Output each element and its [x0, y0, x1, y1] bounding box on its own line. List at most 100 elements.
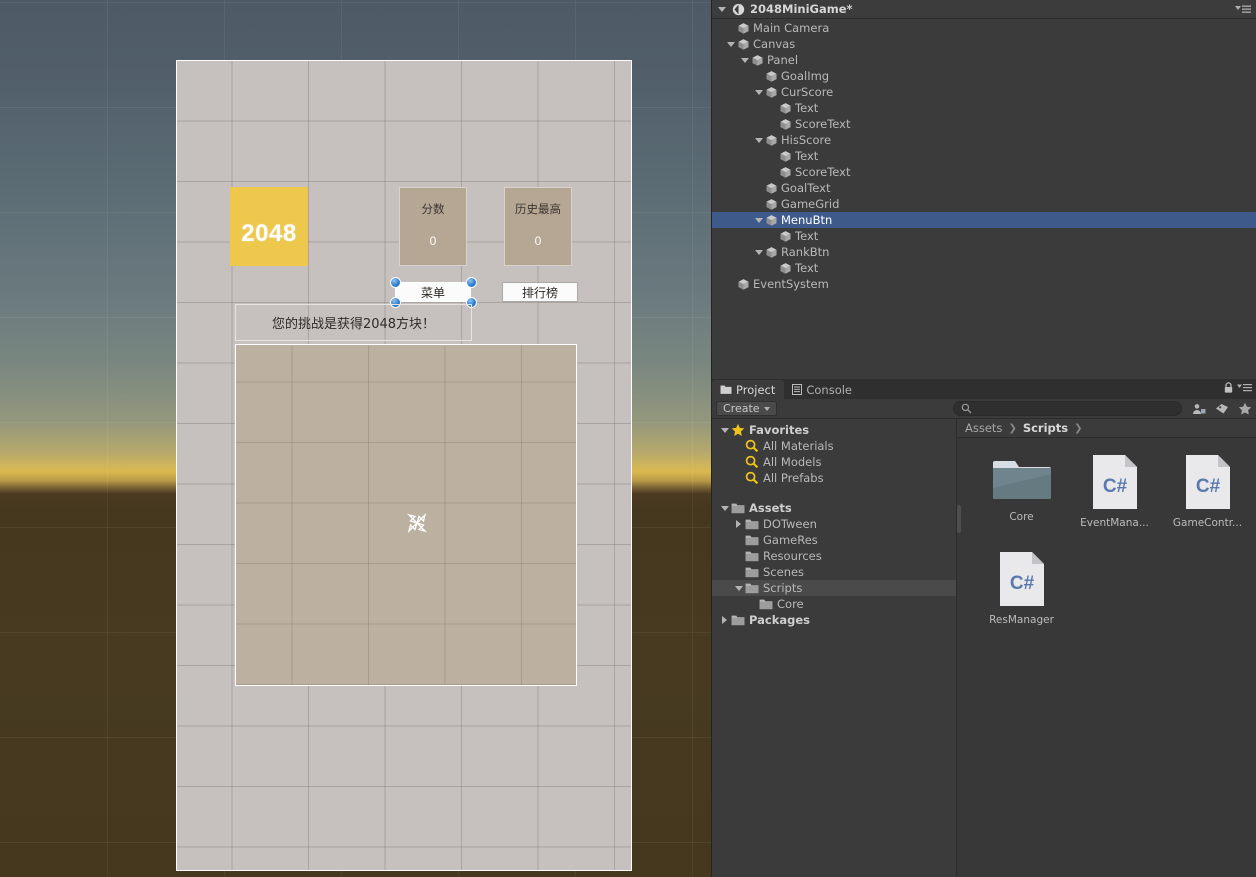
scene-title: 2048MiniGame* — [750, 2, 853, 16]
asset-item[interactable]: C# EventMana... — [1080, 454, 1149, 529]
scene-view[interactable]: 2048 分数 0 历史最高 0 菜单 排行榜 您的挑战是获得2048方块！ — [0, 0, 711, 877]
folder-icon — [745, 567, 759, 578]
current-score-box[interactable]: 分数 0 — [399, 187, 467, 266]
project-tree-row-dotween[interactable]: DOTween — [712, 516, 956, 532]
project-tree-row-gameres[interactable]: GameRes — [712, 532, 956, 548]
hierarchy-row-scoretext[interactable]: ScoreText — [712, 164, 1256, 180]
breadcrumb: Assets ❯ Scripts ❯ — [957, 419, 1256, 438]
person-filter-button[interactable] — [1190, 401, 1207, 416]
scene-expand-arrow-icon[interactable] — [718, 6, 726, 12]
resize-handle-top-right[interactable] — [465, 276, 477, 288]
star-filter-icon — [1238, 402, 1251, 415]
project-tree-row-core[interactable]: Core — [712, 596, 956, 612]
project-menu-icon[interactable] — [1237, 383, 1252, 393]
tab-project[interactable]: Project — [712, 380, 785, 399]
lock-icon[interactable] — [1223, 382, 1234, 394]
disclosure-arrow-down-icon[interactable] — [754, 217, 763, 223]
hierarchy-row-label: Main Camera — [753, 21, 830, 35]
high-score-box[interactable]: 历史最高 0 — [504, 187, 572, 266]
project-tree-row-label: Scripts — [763, 581, 803, 595]
hierarchy-row-text[interactable]: Text — [712, 100, 1256, 116]
tag-filter-icon — [1215, 403, 1228, 413]
hierarchy-row-curscore[interactable]: CurScore — [712, 84, 1256, 100]
project-tree-row-favorites[interactable]: Favorites — [712, 422, 956, 438]
asset-item[interactable]: C# GameContr... — [1172, 454, 1243, 529]
hierarchy-arrow-slot — [752, 68, 765, 84]
create-button[interactable]: Create — [716, 401, 777, 416]
disclosure-arrow-down-icon[interactable] — [720, 427, 729, 433]
game-grid-panel[interactable] — [235, 344, 577, 686]
search-icon — [745, 455, 759, 469]
tag-filter-button[interactable] — [1213, 401, 1230, 416]
tree-arrow-slot — [746, 596, 759, 612]
disclosure-arrow-down-icon[interactable] — [740, 57, 749, 63]
hierarchy-row-rankbtn[interactable]: RankBtn — [712, 244, 1256, 260]
hierarchy-row-menubtn[interactable]: MenuBtn — [712, 212, 1256, 228]
hierarchy-row-gamegrid[interactable]: GameGrid — [712, 196, 1256, 212]
hierarchy-tree[interactable]: Main Camera Canvas Panel GoalImg CurScore Tex… — [712, 20, 1256, 379]
hierarchy-arrow-slot — [752, 212, 765, 228]
person-filter-icon — [1192, 403, 1205, 414]
asset-item[interactable]: Core — [989, 454, 1054, 529]
tree-arrow-slot — [718, 500, 731, 516]
hierarchy-arrow-slot — [766, 148, 779, 164]
high-score-label: 历史最高 — [515, 202, 561, 216]
hierarchy-row-main-camera[interactable]: Main Camera — [712, 20, 1256, 36]
disclosure-arrow-right-icon[interactable] — [722, 616, 727, 624]
hierarchy-row-goalimg[interactable]: GoalImg — [712, 68, 1256, 84]
disclosure-arrow-down-icon[interactable] — [754, 249, 763, 255]
hierarchy-row-text[interactable]: Text — [712, 260, 1256, 276]
asset-item[interactable]: C# ResManager — [989, 551, 1054, 626]
asset-name: GameContr... — [1172, 517, 1243, 529]
hierarchy-arrow-slot — [766, 164, 779, 180]
hierarchy-row-canvas[interactable]: Canvas — [712, 36, 1256, 52]
gameobject-cube-icon — [780, 166, 791, 178]
hierarchy-row-hisscore[interactable]: HisScore — [712, 132, 1256, 148]
hierarchy-row-scoretext[interactable]: ScoreText — [712, 116, 1256, 132]
hierarchy-row-goaltext[interactable]: GoalText — [712, 180, 1256, 196]
asset-search-field[interactable] — [952, 401, 1182, 416]
search-input[interactable] — [975, 402, 1174, 415]
project-tree-row-all-materials[interactable]: All Materials — [712, 438, 956, 454]
project-tree-row-resources[interactable]: Resources — [712, 548, 956, 564]
project-toolbar: Create — [712, 399, 1256, 419]
hierarchy-arrow-slot — [766, 228, 779, 244]
asset-grid[interactable]: Core C# EventMana... C# GameContr... C# ResMan… — [957, 438, 1256, 626]
hierarchy-row-eventsystem[interactable]: EventSystem — [712, 276, 1256, 292]
goal-image-tile[interactable]: 2048 — [230, 187, 308, 266]
breadcrumb-item[interactable]: Assets — [965, 421, 1002, 435]
goal-text-box[interactable]: 您的挑战是获得2048方块！ — [235, 304, 472, 341]
project-tree-row-scenes[interactable]: Scenes — [712, 564, 956, 580]
project-content-area[interactable]: Assets ❯ Scripts ❯ Core C# EventMana... C# Game… — [957, 419, 1256, 877]
hierarchy-row-panel[interactable]: Panel — [712, 52, 1256, 68]
hierarchy-row-label: GoalImg — [781, 69, 830, 83]
ui-canvas-rect[interactable]: 2048 分数 0 历史最高 0 菜单 排行榜 您的挑战是获得2048方块！ — [176, 60, 632, 871]
breadcrumb-item[interactable]: Scripts — [1023, 421, 1068, 435]
hierarchy-row-label: CurScore — [781, 85, 834, 99]
project-tree-row-all-models[interactable]: All Models — [712, 454, 956, 470]
disclosure-arrow-right-icon[interactable] — [736, 520, 741, 528]
disclosure-arrow-down-icon[interactable] — [754, 137, 763, 143]
hierarchy-row-text[interactable]: Text — [712, 148, 1256, 164]
project-tree-row-all-prefabs[interactable]: All Prefabs — [712, 470, 956, 486]
disclosure-arrow-down-icon[interactable] — [754, 89, 763, 95]
project-tree-row-packages[interactable]: Packages — [712, 612, 956, 628]
hierarchy-arrow-slot — [766, 116, 779, 132]
gameobject-cube-icon — [780, 102, 791, 114]
project-tree-row-label: Favorites — [749, 423, 810, 437]
resize-handle-top-left[interactable] — [389, 276, 401, 288]
project-folder-tree[interactable]: Favorites All Materials All Models All Pref… — [712, 419, 957, 877]
disclosure-arrow-down-icon[interactable] — [726, 41, 735, 47]
tab-console[interactable]: Console — [784, 380, 861, 399]
content-scrollbar[interactable] — [957, 505, 961, 533]
rank-button[interactable]: 排行榜 — [502, 282, 578, 302]
project-tree-row-scripts[interactable]: Scripts — [712, 580, 956, 596]
star-filter-button[interactable] — [1236, 401, 1253, 416]
project-tree-row-label: Assets — [749, 501, 792, 515]
hierarchy-row-text[interactable]: Text — [712, 228, 1256, 244]
disclosure-arrow-down-icon[interactable] — [720, 505, 729, 511]
disclosure-arrow-down-icon[interactable] — [734, 585, 743, 591]
project-tree-row-assets[interactable]: Assets — [712, 500, 956, 516]
hierarchy-menu-icon[interactable] — [1235, 4, 1251, 15]
tree-arrow-slot — [732, 564, 745, 580]
